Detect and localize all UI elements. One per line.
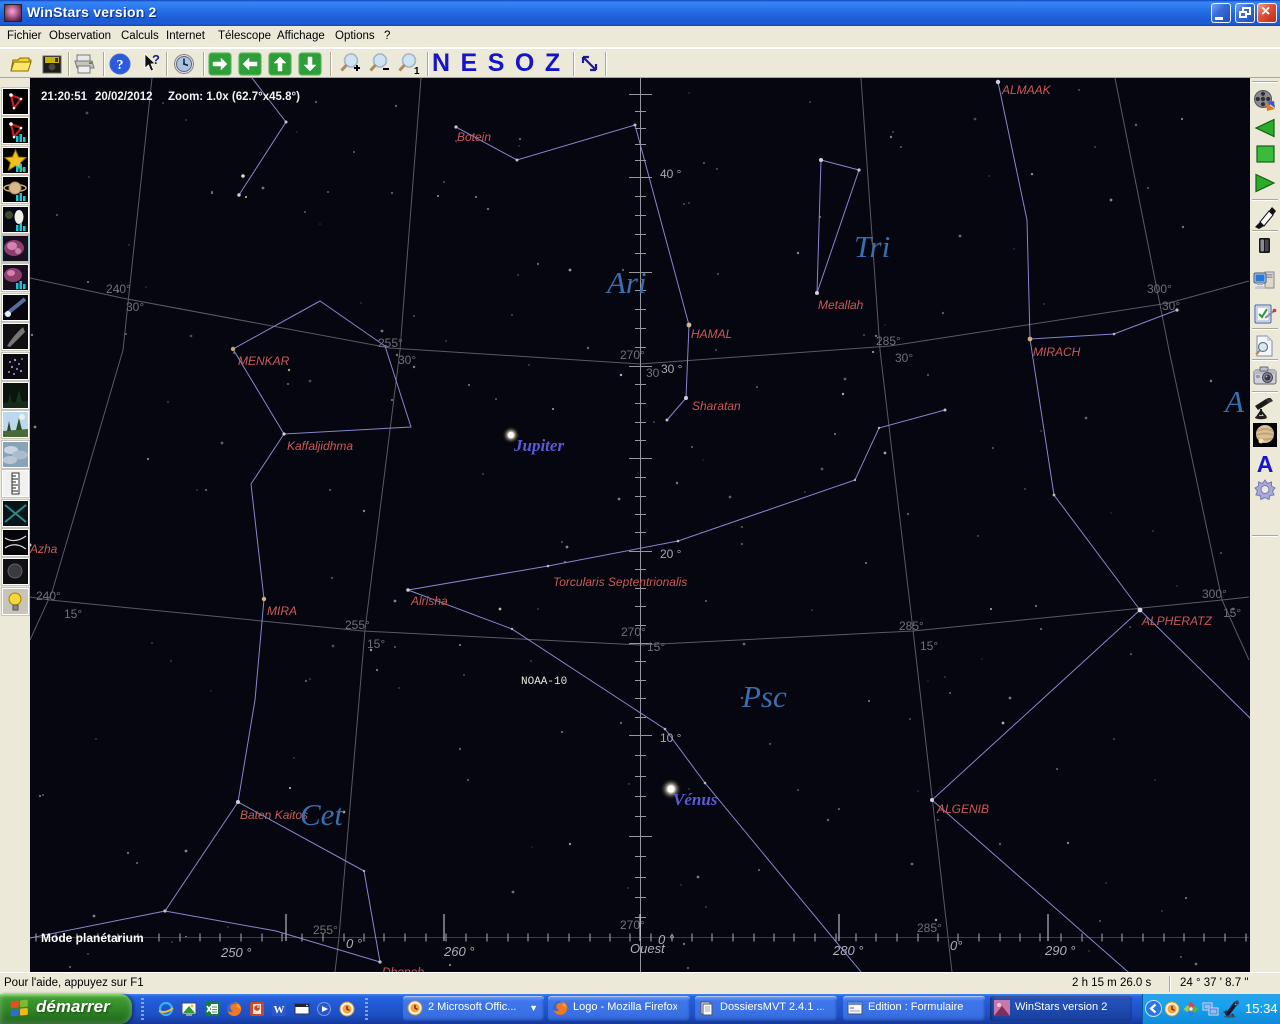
svg-text:Cet: Cet	[300, 797, 344, 832]
svg-text:270°: 270°	[621, 625, 646, 639]
svg-text:285°: 285°	[899, 619, 924, 633]
svg-text:21:20:51: 21:20:51	[41, 91, 88, 103]
svg-text:Botein: Botein	[457, 130, 491, 144]
svg-text:ALGENIB: ALGENIB	[936, 802, 989, 816]
svg-text:30°: 30°	[126, 300, 144, 314]
svg-text:Alrisha: Alrisha	[410, 594, 448, 608]
svg-text:HAMAL: HAMAL	[691, 327, 732, 341]
svg-text:30 °: 30 °	[661, 362, 683, 376]
svg-text:?: ?	[152, 52, 160, 67]
svg-text:Metallah: Metallah	[818, 298, 864, 312]
svg-text:Azha: Azha	[30, 542, 58, 556]
svg-text:30°: 30°	[398, 353, 416, 367]
svg-text:30°: 30°	[1162, 299, 1180, 313]
svg-text:Sharatan: Sharatan	[692, 399, 741, 413]
svg-text:NOAA-10: NOAA-10	[521, 676, 567, 688]
svg-text:250 °: 250 °	[220, 945, 252, 960]
svg-text:MIRA: MIRA	[267, 604, 297, 618]
svg-text:260 °: 260 °	[443, 944, 475, 959]
svg-text:ALPHERATZ: ALPHERATZ	[1141, 614, 1212, 628]
svg-text:15°: 15°	[920, 639, 938, 653]
svg-text:20/02/2012: 20/02/2012	[95, 91, 153, 103]
svg-text:Torcularis Septentrionalis: Torcularis Septentrionalis	[553, 575, 687, 589]
svg-text:Mode planétarium: Mode planétarium	[41, 931, 144, 945]
svg-text:270°: 270°	[620, 918, 645, 932]
svg-text:MENKAR: MENKAR	[238, 354, 290, 368]
svg-text:255°: 255°	[378, 336, 403, 350]
svg-text:285°: 285°	[876, 334, 901, 348]
svg-text:15°: 15°	[367, 637, 385, 651]
svg-text:290 °: 290 °	[1044, 943, 1076, 958]
svg-text:255°: 255°	[313, 923, 338, 937]
svg-text:W: W	[274, 1004, 285, 1016]
svg-text:Jupiter: Jupiter	[513, 436, 564, 455]
svg-text:15°: 15°	[64, 607, 82, 621]
svg-text:Ari: Ari	[605, 265, 647, 300]
svg-text:30°: 30°	[895, 351, 913, 365]
svg-text:0 °: 0 °	[658, 932, 674, 947]
svg-text:20 °: 20 °	[660, 547, 682, 561]
svg-text:Tri: Tri	[854, 229, 890, 264]
svg-text:30: 30	[646, 366, 660, 380]
svg-text:Vénus: Vénus	[673, 790, 718, 809]
svg-text:15°: 15°	[1223, 606, 1241, 620]
svg-text:0 °: 0 °	[346, 936, 362, 951]
svg-text:Kaffaljidhma: Kaffaljidhma	[287, 439, 353, 453]
svg-text:Dheneb: Dheneb	[382, 965, 424, 972]
svg-text:40 °: 40 °	[660, 167, 682, 181]
svg-text:A: A	[1223, 384, 1245, 419]
svg-text:300°: 300°	[1202, 587, 1227, 601]
svg-text:1: 1	[414, 66, 420, 76]
svg-text:255°: 255°	[345, 618, 370, 632]
svg-text:Baten Kaitos: Baten Kaitos	[240, 808, 308, 822]
svg-text:Psc: Psc	[741, 679, 787, 714]
svg-text:15°: 15°	[647, 640, 665, 654]
svg-text:280 °: 280 °	[832, 943, 864, 958]
svg-text:270°: 270°	[620, 348, 645, 362]
svg-text:MIRACH: MIRACH	[1033, 345, 1081, 359]
svg-text:240°: 240°	[36, 589, 61, 603]
svg-text:Zoom: 1.0x (62.7°x45.8°): Zoom: 1.0x (62.7°x45.8°)	[168, 91, 300, 103]
svg-text:?: ?	[117, 58, 124, 73]
svg-text:240°: 240°	[106, 282, 131, 296]
svg-text:ALMAAK: ALMAAK	[1001, 83, 1052, 97]
svg-text:0°: 0°	[950, 938, 962, 953]
svg-text:300°: 300°	[1147, 282, 1172, 296]
svg-text:285°: 285°	[917, 921, 942, 935]
svg-text:10 °: 10 °	[660, 731, 682, 745]
